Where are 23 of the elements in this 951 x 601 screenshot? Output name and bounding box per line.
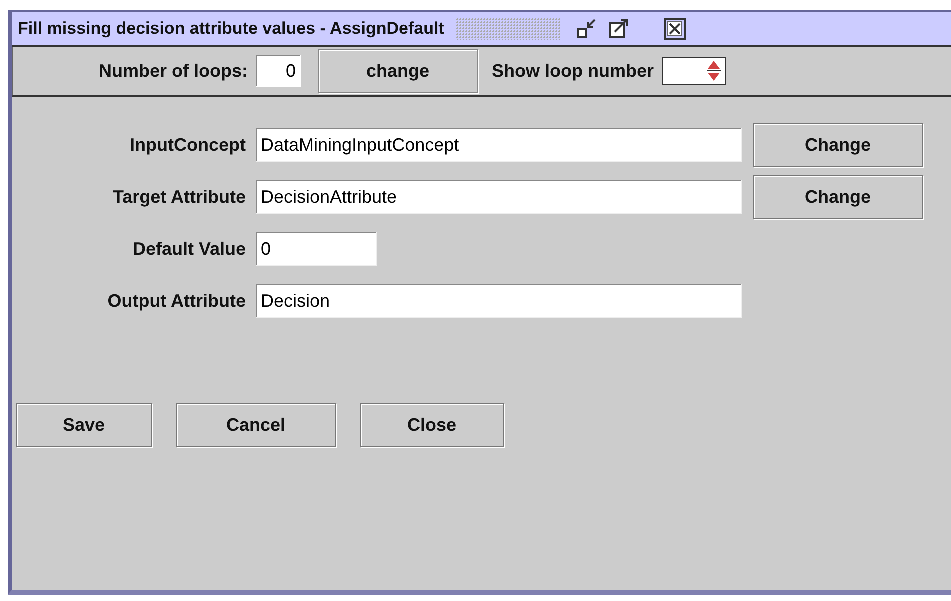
text-field[interactable]: DecisionAttribute — [256, 180, 742, 214]
change-button[interactable]: Change — [753, 123, 923, 167]
dialog-button[interactable]: Close — [360, 403, 504, 447]
field-label: Target Attribute — [112, 186, 247, 208]
dialog-button[interactable]: Save — [16, 403, 152, 447]
loop-spinner[interactable] — [662, 57, 726, 85]
loops-label: Number of loops: — [99, 60, 248, 82]
field-label: InputConcept — [129, 134, 247, 156]
field-label: Output Attribute — [106, 290, 247, 312]
field-label: Default Value — [132, 238, 247, 260]
window-title: Fill missing decision attribute values - AssignDefault — [18, 18, 444, 38]
loops-field[interactable]: 0 — [256, 55, 301, 87]
maximize-icon[interactable] — [608, 18, 630, 40]
text-field[interactable]: DataMiningInputConcept — [256, 128, 742, 162]
minimize-icon[interactable] — [576, 18, 598, 40]
change-button[interactable]: Change — [753, 175, 923, 219]
dialog-button[interactable]: Cancel — [176, 403, 336, 447]
show-loop-label: Show loop number — [492, 60, 654, 82]
close-icon[interactable] — [664, 18, 686, 40]
text-field[interactable]: Decision — [256, 284, 742, 318]
spinner-arrows-icon[interactable] — [707, 60, 721, 82]
text-field[interactable]: 0 — [256, 232, 377, 266]
change-button[interactable]: change — [318, 49, 478, 93]
